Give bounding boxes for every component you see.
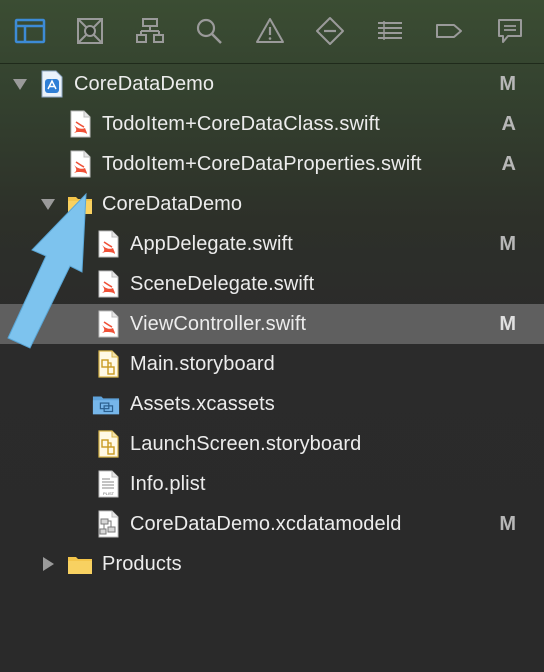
storyboard-icon (98, 350, 119, 378)
navigator-toolbar (0, 0, 544, 64)
find-icon[interactable] (192, 14, 226, 48)
storyboard-icon (98, 430, 119, 458)
tree-row-file[interactable]: Main.storyboard (0, 344, 544, 384)
project-navigator-icon[interactable] (13, 14, 47, 48)
tree-label-file: SceneDelegate.swift (130, 273, 315, 295)
folder-icon (68, 557, 92, 574)
tree-row-file[interactable]: PLIST Info.plist (0, 464, 544, 504)
symbol-navigator-icon[interactable] (133, 14, 167, 48)
tree-label-file: Main.storyboard (130, 353, 275, 375)
tree-row-file[interactable]: CoreDataDemo.xcdatamodeld M (0, 504, 544, 544)
tree-row-file-selected[interactable]: ViewController.swift M (0, 304, 544, 344)
swift-file-icon (70, 110, 91, 138)
swift-file-icon (70, 150, 91, 178)
navigator-panel: CoreDataDemo M TodoItem+CoreDataClass.sw… (0, 0, 544, 672)
tree-label-group: Products (102, 553, 182, 575)
status-badge-file: M (499, 513, 516, 535)
status-badge-file: M (499, 313, 516, 335)
source-control-icon[interactable] (73, 14, 107, 48)
status-badge-project: M (499, 73, 516, 95)
breakpoint-tag-icon[interactable] (432, 14, 466, 48)
report-comment-icon[interactable] (493, 14, 527, 48)
test-diamond-icon[interactable] (313, 14, 347, 48)
tree-label-group: CoreDataDemo (102, 193, 243, 215)
tree-row-group-products[interactable]: Products (0, 544, 544, 584)
tree-row-file[interactable]: LaunchScreen.storyboard (0, 424, 544, 464)
plist-icon-text: PLIST (103, 491, 115, 496)
tree-label-file: Info.plist (130, 473, 206, 495)
tree-row-file[interactable]: TodoItem+CoreDataProperties.swift A (0, 144, 544, 184)
tree-label-project: CoreDataDemo (74, 73, 215, 95)
tree-label-file: LaunchScreen.storyboard (130, 433, 362, 455)
tree-label-file: CoreDataDemo.xcdatamodeld (130, 513, 402, 535)
tree-label-file: AppDelegate.swift (130, 233, 293, 255)
issue-warning-icon[interactable] (253, 14, 287, 48)
assets-folder-icon (92, 396, 120, 415)
swift-file-icon (98, 310, 119, 338)
tree-row-file[interactable]: AppDelegate.swift M (0, 224, 544, 264)
tree-row-file[interactable]: TodoItem+CoreDataClass.swift A (0, 104, 544, 144)
expanded-disclosure-icon[interactable] (12, 76, 28, 92)
status-badge-file: A (501, 153, 516, 175)
swift-file-icon (98, 270, 119, 298)
tree-row-group[interactable]: CoreDataDemo (0, 184, 544, 224)
collapsed-disclosure-icon[interactable] (40, 556, 56, 572)
debug-list-icon[interactable] (373, 14, 407, 48)
tree-label-file: TodoItem+CoreDataProperties.swift (102, 153, 422, 175)
tree-label-file: TodoItem+CoreDataClass.swift (102, 113, 380, 135)
folder-icon (68, 197, 92, 214)
status-badge-file: M (499, 233, 516, 255)
plist-file-icon: PLIST (98, 470, 119, 498)
tree-row-file[interactable]: Assets.xcassets (0, 384, 544, 424)
tree-label-file: ViewController.swift (130, 313, 307, 335)
tree-label-file: Assets.xcassets (130, 393, 275, 415)
xcode-project-icon (41, 70, 63, 98)
status-badge-file: A (501, 113, 516, 135)
tree-row-project-root[interactable]: CoreDataDemo M (0, 64, 544, 104)
swift-file-icon (98, 230, 119, 258)
datamodel-icon (98, 510, 119, 538)
expanded-disclosure-icon[interactable] (40, 196, 56, 212)
tree-row-file[interactable]: SceneDelegate.swift (0, 264, 544, 304)
